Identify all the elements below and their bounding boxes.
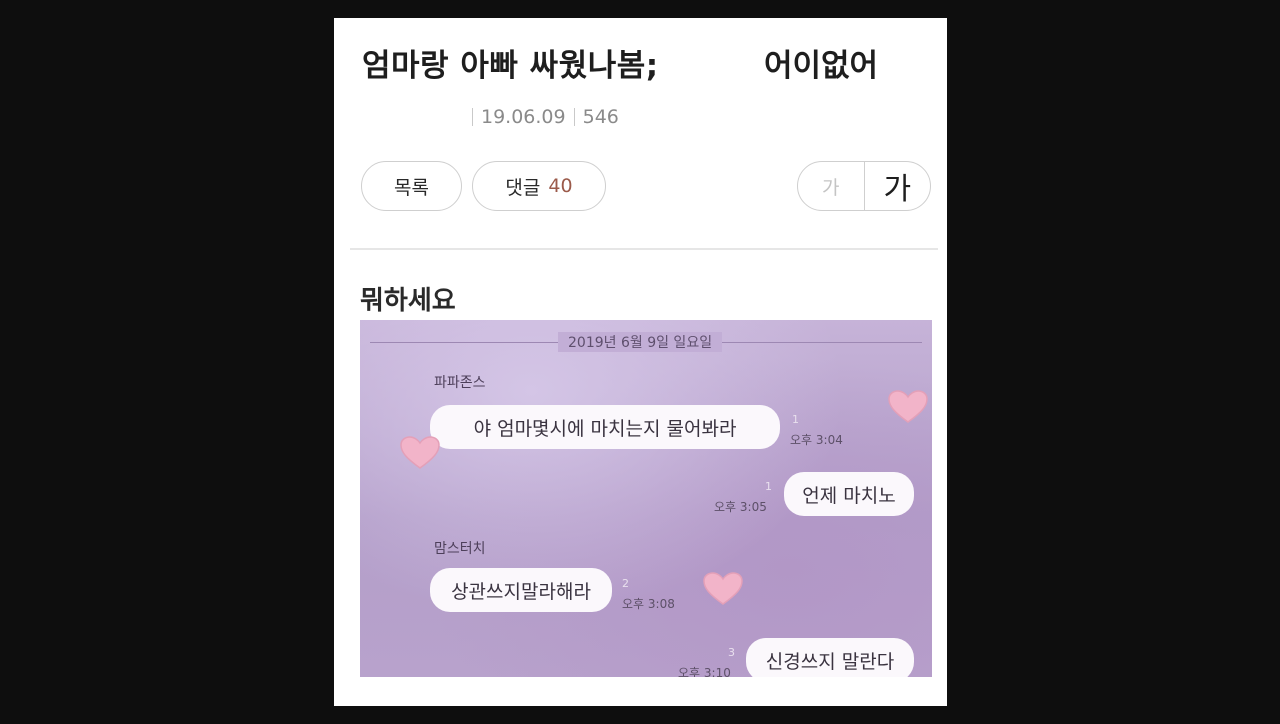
- list-button[interactable]: 목록: [361, 161, 462, 211]
- message-bubble-received: 야 엄마몇시에 마치는지 물어봐라: [430, 405, 780, 449]
- heart-icon: [400, 436, 440, 469]
- post-body-text: 뭐하세요: [360, 286, 456, 316]
- meta-separator: [472, 108, 473, 126]
- font-size-toggle: 가 가: [797, 161, 931, 211]
- font-small-button[interactable]: 가: [798, 162, 865, 210]
- post-card: 엄마랑 아빠 싸웠나봄; 어이없어 19.06.09 546 목록 댓글 40 …: [334, 18, 947, 706]
- sender-name: 파파존스: [434, 375, 486, 391]
- comment-button[interactable]: 댓글 40: [472, 161, 606, 211]
- unread-count: 3: [728, 646, 735, 659]
- chat-date: 2019년 6월 9일 일요일: [558, 332, 723, 352]
- message-time: 오후 3:08: [622, 597, 675, 611]
- view-count: 546: [582, 106, 619, 128]
- unread-count: 2: [622, 577, 629, 590]
- meta-separator: [573, 108, 575, 126]
- message-time: 오후 3:04: [790, 433, 843, 447]
- message-bubble-sent: 언제 마치노: [784, 472, 914, 516]
- post-title-suffix: 어이없어: [764, 48, 879, 84]
- post-date: 19.06.09: [481, 106, 566, 128]
- comment-label: 댓글: [505, 176, 541, 199]
- message-bubble-received: 상관쓰지말라해라: [430, 568, 612, 612]
- unread-count: 1: [765, 480, 772, 493]
- post-meta: 19.06.09 546: [472, 106, 619, 128]
- post-title: 엄마랑 아빠 싸웠나봄;: [362, 48, 659, 84]
- message-time: 오후 3:10: [678, 666, 731, 677]
- comment-count: 40: [548, 175, 573, 197]
- message-time: 오후 3:05: [714, 500, 767, 514]
- heart-icon: [888, 390, 928, 423]
- unread-count: 1: [792, 413, 799, 426]
- font-large-button[interactable]: 가: [865, 162, 931, 210]
- divider: [350, 248, 938, 250]
- message-bubble-sent: 신경쓰지 말란다: [746, 638, 914, 677]
- chat-screenshot: 2019년 6월 9일 일요일 파파존스 야 엄마몇시에 마치는지 물어봐라 1…: [360, 320, 932, 677]
- sender-name: 맘스터치: [434, 541, 486, 557]
- heart-icon: [703, 572, 743, 605]
